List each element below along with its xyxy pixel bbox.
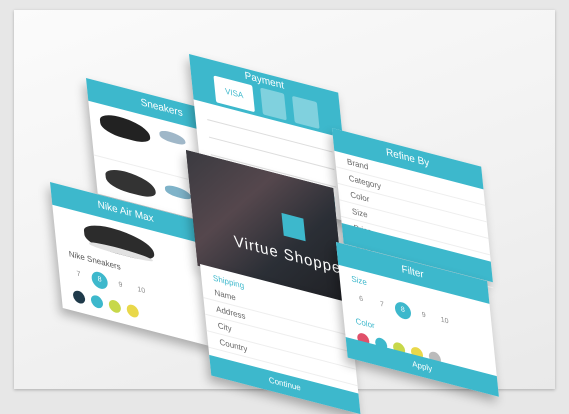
size-option[interactable]: 9 bbox=[415, 306, 433, 327]
shoe-image bbox=[99, 111, 151, 146]
color-swatch[interactable] bbox=[90, 294, 104, 310]
size-option[interactable]: 8 bbox=[90, 270, 109, 291]
showcase-background: Sneakers Payment VISA Pay now bbox=[14, 10, 555, 414]
shoe-image bbox=[158, 129, 186, 147]
shoe-thumbnail bbox=[164, 183, 192, 201]
tab-card-3[interactable] bbox=[292, 95, 320, 129]
color-swatch[interactable] bbox=[108, 298, 122, 315]
color-swatch[interactable] bbox=[126, 303, 140, 319]
size-option[interactable]: 9 bbox=[112, 275, 130, 296]
color-swatch[interactable] bbox=[72, 289, 86, 305]
shoe-thumbnail bbox=[158, 129, 186, 147]
size-option[interactable]: 8 bbox=[394, 300, 412, 321]
size-option[interactable]: 10 bbox=[133, 281, 151, 302]
shoe-image bbox=[104, 166, 157, 200]
size-option[interactable]: 7 bbox=[373, 295, 391, 316]
size-option[interactable]: 10 bbox=[436, 311, 454, 332]
size-option[interactable]: 7 bbox=[70, 265, 88, 286]
size-option[interactable]: 6 bbox=[352, 289, 370, 310]
shoe-image bbox=[164, 183, 192, 201]
